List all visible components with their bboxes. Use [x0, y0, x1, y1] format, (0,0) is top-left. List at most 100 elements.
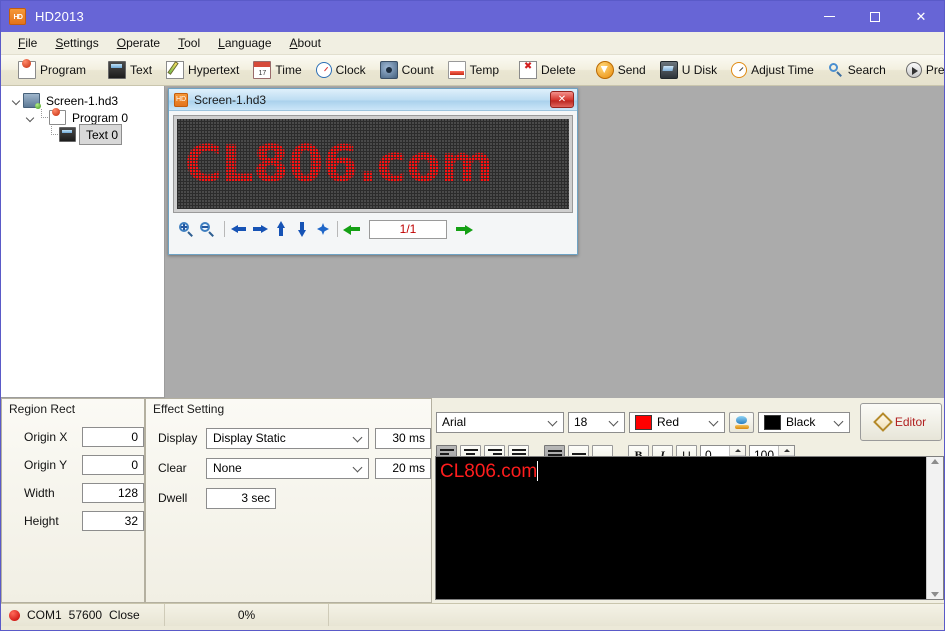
mdi-client-area: HD Screen-1.hd3 ✕ CL806.com 1/1	[165, 86, 944, 398]
menu-operate[interactable]: Operate	[108, 34, 169, 52]
editor-button-label: Editor	[894, 415, 927, 429]
fore-color-select[interactable]: Red	[629, 411, 725, 433]
clear-effect-select[interactable]: None	[206, 457, 369, 479]
width-label: Width	[24, 486, 55, 500]
toolbar-search-label: Search	[847, 63, 886, 77]
display-effect-select[interactable]: Display Static	[206, 427, 369, 449]
chevron-down-icon[interactable]	[11, 95, 22, 106]
maximize-button[interactable]	[852, 1, 898, 32]
zoom-out-icon[interactable]	[198, 220, 216, 238]
toolbar-adjust-time-label: Adjust Time	[751, 63, 814, 77]
tree-node-text-label: Text 0	[79, 124, 123, 145]
title-bar: HD HD2013 ✕	[1, 1, 944, 32]
field-clear-effect: Clear None 20 ms	[146, 453, 431, 483]
effect-setting-fields: Display Display Static 30 ms Clear None …	[146, 399, 431, 513]
effect-setting-title: Effect Setting	[153, 402, 225, 416]
tree-connector	[36, 109, 48, 123]
field-dwell: Dwell 3 sec	[146, 483, 431, 513]
adjust-time-icon	[731, 62, 748, 78]
font-family-select[interactable]: Arial	[436, 411, 564, 433]
field-width: Width 128	[2, 479, 144, 507]
menu-language[interactable]: Language	[209, 34, 280, 52]
origin-x-input[interactable]: 0	[82, 427, 144, 447]
back-color-select[interactable]: Black	[758, 411, 850, 433]
effect-setting-panel: Effect Setting Display Display Static 30…	[145, 398, 432, 603]
move-center-icon[interactable]	[314, 220, 332, 238]
status-progress: 0%	[165, 604, 329, 626]
toolbar-program-button[interactable]: Program	[11, 57, 93, 83]
tree-node-text[interactable]: Text 0	[1, 124, 164, 145]
main-area: Screen-1.hd3 Program 0 Text 0 HD Screen-…	[1, 86, 944, 398]
region-rect-panel: Region Rect Origin X 0 Origin Y 0 Width …	[1, 398, 145, 603]
dwell-input[interactable]: 3 sec	[206, 487, 276, 509]
toolbar-clock-button[interactable]: Clock	[309, 57, 373, 83]
toolbar-send-button[interactable]: Send	[589, 57, 653, 83]
led-display[interactable]: CL806.com	[177, 119, 569, 209]
next-page-icon[interactable]	[455, 221, 473, 237]
editor-button[interactable]: Editor	[860, 403, 942, 441]
font-size-value: 18	[574, 415, 588, 429]
program-icon	[18, 59, 36, 79]
menu-about[interactable]: About	[281, 34, 330, 52]
toolbar-preview-label: Preview	[925, 63, 945, 77]
move-left-icon[interactable]	[230, 220, 248, 238]
status-baud: 57600	[68, 608, 103, 622]
height-input[interactable]: 32	[82, 511, 144, 531]
chevron-down-icon	[351, 431, 365, 445]
prev-page-icon[interactable]	[343, 221, 361, 237]
close-button[interactable]: ✕	[898, 1, 944, 32]
fill-color-button[interactable]	[729, 411, 754, 433]
toolbar-search-button[interactable]: Search	[821, 57, 893, 83]
toolbar-time-button[interactable]: Time	[246, 57, 308, 83]
toolbar-count-button[interactable]: Count	[373, 57, 441, 83]
field-origin-y: Origin Y 0	[2, 451, 144, 479]
display-speed-input[interactable]: 30 ms	[375, 427, 431, 449]
region-rect-title: Region Rect	[9, 402, 76, 416]
field-origin-x: Origin X 0	[2, 423, 144, 451]
clear-speed-input[interactable]: 20 ms	[375, 457, 431, 479]
nav-separator-2	[337, 221, 338, 237]
toolbar-temp-button[interactable]: Temp	[441, 57, 506, 83]
count-icon	[379, 61, 398, 79]
chevron-down-icon	[706, 414, 722, 430]
text-vertical-scrollbar[interactable]	[926, 457, 943, 599]
menu-settings[interactable]: Settings	[46, 34, 107, 52]
fill-color-icon	[734, 415, 749, 429]
chevron-down-icon[interactable]	[25, 112, 36, 123]
toolbar-program-label: Program	[40, 63, 87, 77]
text-content-value: CL806.com	[440, 461, 538, 482]
width-input[interactable]: 128	[82, 483, 144, 503]
move-down-icon[interactable]	[293, 220, 311, 238]
menu-file[interactable]: File	[9, 34, 46, 52]
move-right-icon[interactable]	[251, 220, 269, 238]
origin-y-input[interactable]: 0	[82, 455, 144, 475]
clear-effect-value: None	[213, 461, 242, 475]
toolbar-preview-button[interactable]: Preview	[899, 57, 945, 83]
preview-navigation-bar: 1/1	[173, 213, 573, 242]
toolbar-hypertext-button[interactable]: Hypertext	[159, 57, 246, 83]
toolbar-adjust-time-button[interactable]: Adjust Time	[724, 57, 821, 83]
fore-color-value: Red	[657, 415, 680, 429]
text-content-area[interactable]: CL806.com	[435, 456, 944, 600]
scroll-down-icon	[931, 592, 939, 597]
search-icon	[828, 62, 844, 78]
move-up-icon[interactable]	[272, 220, 290, 238]
chevron-down-icon	[606, 414, 622, 430]
window-title: HD2013	[35, 9, 84, 24]
toolbar-time-label: Time	[275, 63, 302, 77]
child-close-button[interactable]: ✕	[550, 91, 574, 108]
menu-tool[interactable]: Tool	[169, 34, 209, 52]
zoom-in-icon[interactable]	[177, 220, 195, 238]
toolbar-delete-button[interactable]: Delete	[512, 57, 583, 83]
status-state: Close	[109, 608, 140, 622]
chevron-down-icon	[351, 461, 365, 475]
led-preview-frame: CL806.com	[173, 115, 573, 213]
tree-node-screen[interactable]: Screen-1.hd3	[1, 92, 164, 109]
toolbar-text-button[interactable]: Text	[101, 57, 159, 83]
chevron-down-icon	[831, 414, 847, 430]
text-content-wrapper[interactable]: CL806.com	[436, 457, 926, 599]
font-size-select[interactable]: 18	[568, 411, 625, 433]
fore-color-swatch	[635, 414, 652, 430]
toolbar-udisk-button[interactable]: U Disk	[653, 57, 724, 83]
minimize-button[interactable]	[806, 1, 852, 32]
